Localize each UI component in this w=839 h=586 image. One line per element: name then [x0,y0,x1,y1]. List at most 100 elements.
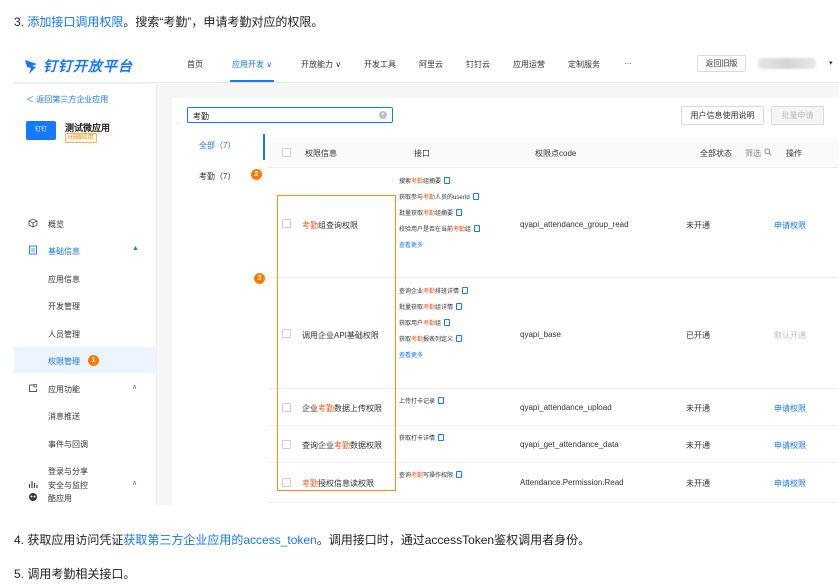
status-text: 未开通 [686,221,710,230]
sidebar-item-label: 应用信息 [48,275,80,284]
sidebar-item-permission-management[interactable]: 权限管理 1 [14,347,156,373]
api-item[interactable]: 获取用户考勤组 [399,316,468,332]
api-item[interactable]: 获取参与考勤人员的userId [399,190,480,206]
step-badge-2: 2 [251,169,262,180]
view-more-link[interactable]: 查看更多 [399,348,468,364]
api-item[interactable]: 查询考勤写操作权限 [399,468,463,484]
permission-content-panel: 考勤 × 用户信息使用说明 批量申请 全部（7） 考勤（7） 2 3 权限信息 … [172,98,839,505]
select-all-checkbox[interactable] [282,148,291,157]
logo-text: 钉钉开放平台 [43,58,133,74]
status-text: 未开通 [686,441,710,450]
api-doc-icon[interactable] [474,225,481,232]
collapse-caret-icon[interactable]: ∧ [132,479,137,487]
api-list: 上传打卡记录 [399,394,445,410]
apply-permission-link[interactable]: 申请权限 [774,220,806,231]
sidebar-item-label: 权限管理 [48,357,80,366]
api-list: 搜索考勤组摘要 获取参与考勤人员的userId 批量获取考勤组摘要 校验用户是否… [399,174,481,254]
sidebar-item-label: 开发管理 [48,302,80,311]
sidebar-item-app-features[interactable]: 应用功能 ∧ [14,375,156,401]
sidebar-item-dev-management[interactable]: 开发管理 [14,292,156,318]
back-to-apps-link[interactable]: ＜ 返回第三方企业应用 [26,94,108,105]
get-access-token-link[interactable]: 获取第三方企业应用的access_token [123,533,316,547]
sidebar-item-basic-info[interactable]: 基础信息 ▲ [14,237,156,263]
nav-open-capability[interactable]: 开放能力 ∨ [301,59,341,70]
sidebar-item-events-callbacks[interactable]: 事件与回调 [14,430,156,456]
api-item[interactable]: 上传打卡记录 [399,394,445,410]
api-doc-icon[interactable] [456,209,463,216]
add-permission-link[interactable]: 添加接口调用权限 [27,15,123,29]
status-text: 未开通 [686,479,710,488]
api-item[interactable]: 查询企业考勤排班详情 [399,284,469,300]
nav-custom-service[interactable]: 定制服务 [568,59,600,70]
apply-permission-link[interactable]: 申请权限 [774,403,806,414]
user-info-guide-button[interactable]: 用户信息使用说明 [681,106,764,125]
api-item[interactable]: 校验用户是否在当前考勤组 [399,222,481,238]
permission-code: qyapi_attendance_group_read [520,220,629,229]
sidebar-item-security-monitoring[interactable]: 安全与监控 ∧ [14,471,156,497]
step-badge-3: 3 [254,273,265,284]
active-nav-underline [230,80,274,82]
step-4-text: 4. 获取应用访问凭证获取第三方企业应用的access_token。调用接口时，… [14,531,590,548]
permission-code: qyapi_base [520,330,561,339]
nav-app-dev[interactable]: 应用开发 ∨ [232,59,272,70]
api-item[interactable]: 搜索考勤组摘要 [399,174,480,190]
search-input-value: 考勤 [193,112,209,121]
api-list: 获取打卡详情 [399,431,445,447]
view-more-link[interactable]: 查看更多 [399,238,480,254]
search-icon[interactable] [764,148,772,156]
sidebar-item-message-push[interactable]: 消息推送 [14,402,156,428]
apply-permission-link[interactable]: 申请权限 [774,440,806,451]
category-attendance[interactable]: 考勤（7） [199,171,235,182]
nav-more[interactable]: ··· [624,59,632,68]
step-badge-1: 1 [88,355,99,366]
sidebar-item-people-management[interactable]: 人员管理 [14,320,156,346]
clear-search-icon[interactable]: × [379,111,387,119]
api-item[interactable]: 获取打卡详情 [399,431,445,447]
apply-permission-link[interactable]: 申请权限 [774,478,806,489]
puzzle-icon [29,384,37,392]
api-doc-icon[interactable] [444,177,451,184]
sidebar-item-label: 事件与回调 [48,440,88,449]
api-doc-icon[interactable] [456,335,463,342]
nav-dingtalk-cloud[interactable]: 钉钉云 [466,59,490,70]
nav-home[interactable]: 首页 [187,59,203,70]
api-doc-icon[interactable] [438,434,445,441]
user-menu-caret-icon[interactable]: ▾ [829,59,833,67]
nav-dev-tools[interactable]: 开发工具 [364,59,396,70]
api-doc-icon[interactable] [444,319,451,326]
sidebar-item-app-info[interactable]: 应用信息 [14,265,156,291]
nav-app-ops[interactable]: 应用运营 [513,59,545,70]
step-5-text: 5. 调用考勤相关接口。 [14,567,136,581]
col-permission-code: 权限点code [535,149,577,158]
api-doc-icon[interactable] [456,471,463,478]
user-name-blurred[interactable] [758,58,816,69]
chart-icon [28,481,38,488]
batch-apply-button: 批量申请 [771,106,824,125]
api-item[interactable]: 批量获取考勤组摘要 [399,206,480,222]
dingtalk-logo-icon [25,59,37,74]
step-3-text: 3. 添加接口调用权限。搜索“考勤”，申请考勤对应的权限。 [14,13,323,30]
permission-code: qyapi_get_attendance_data [520,440,619,449]
api-doc-icon[interactable] [472,193,479,200]
default-enabled-label: 默认开通 [774,331,806,340]
nav-aliyun[interactable]: 阿里云 [419,59,443,70]
document-icon [29,245,37,255]
col-status[interactable]: 全部状态 [700,148,732,159]
api-item[interactable]: 获取考勤报表列定义 [399,332,468,348]
sidebar-item-overview[interactable]: 概览 [14,210,156,236]
collapse-caret-icon[interactable]: ∧ [132,383,137,391]
logo[interactable]: 钉钉开放平台 [24,56,133,76]
api-doc-icon[interactable] [438,397,445,404]
category-all[interactable]: 全部（7） [199,140,235,151]
api-item[interactable]: 批量获取考勤组详情 [399,300,468,316]
api-doc-icon[interactable] [462,287,469,294]
return-old-version-button[interactable]: 返回旧版 [697,55,746,72]
col-permission-info: 权限信息 [305,149,337,158]
api-doc-icon[interactable] [456,303,463,310]
status-filter[interactable]: 筛选 [745,148,761,159]
annotation-highlight-box [277,195,396,491]
permission-search-input[interactable]: 考勤 × [187,107,393,123]
status-text: 已开通 [686,331,710,340]
step-4-rest: 。调用接口时，通过accessToken鉴权调用者身份。 [316,533,591,547]
collapse-caret-icon[interactable]: ▲ [132,245,139,252]
